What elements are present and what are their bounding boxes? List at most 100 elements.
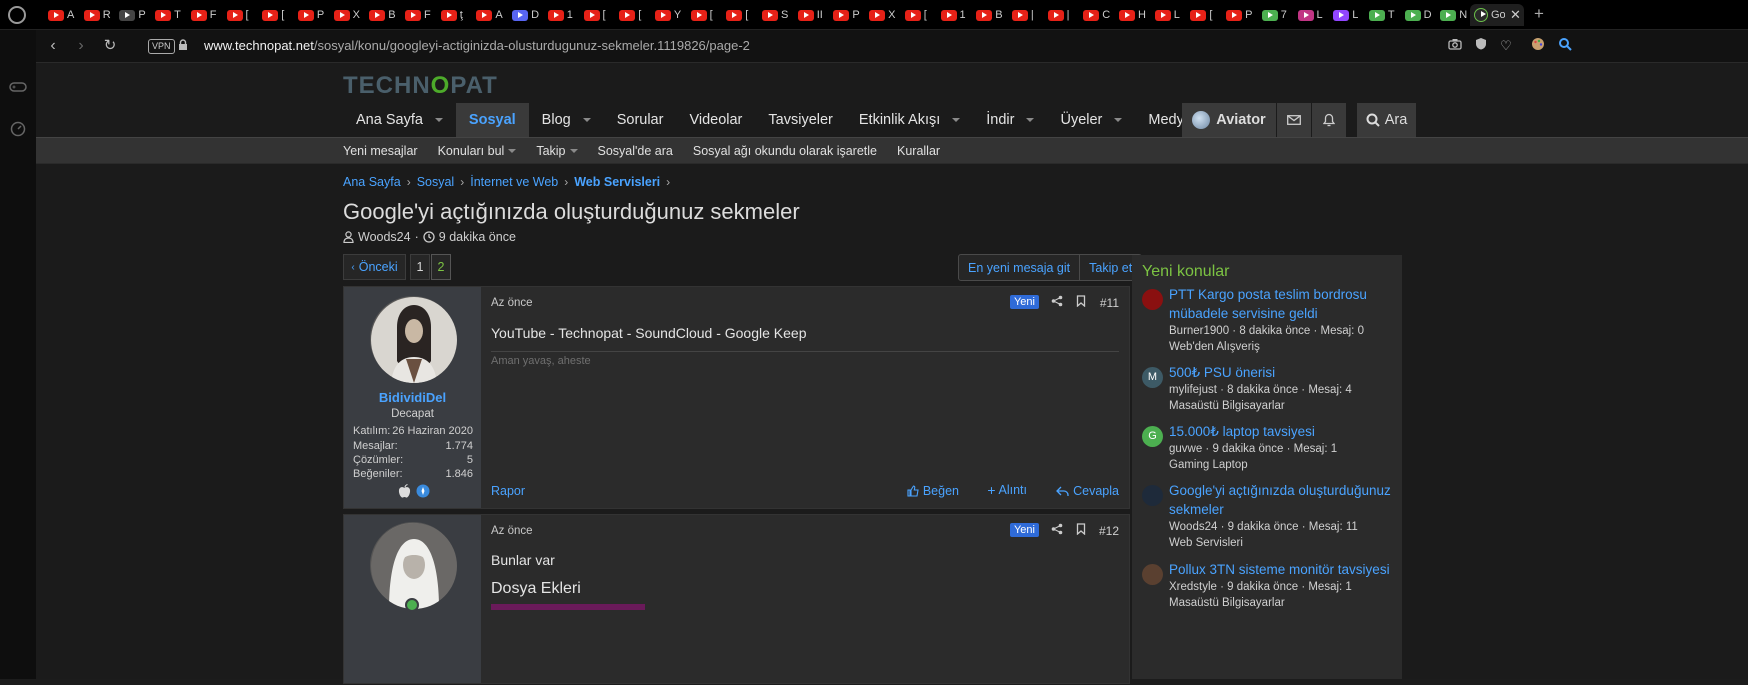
browser-tab[interactable]: [ <box>615 4 651 26</box>
breadcrumb-item[interactable]: Ana Sayfa <box>343 175 401 189</box>
browser-tab[interactable]: D <box>508 4 544 26</box>
browser-tab[interactable]: [ <box>223 4 259 26</box>
browser-tab[interactable]: R <box>80 4 116 26</box>
browser-tab[interactable]: B <box>972 4 1008 26</box>
browser-tab[interactable]: L <box>1151 4 1187 26</box>
browser-tab[interactable]: 1 <box>937 4 973 26</box>
browser-tab[interactable]: H <box>1115 4 1151 26</box>
breadcrumb-item[interactable]: Web Servisleri <box>574 175 660 189</box>
post-number[interactable]: #12 <box>1099 524 1119 538</box>
browser-tab[interactable]: P <box>115 4 151 26</box>
vpn-badge[interactable]: VPN <box>148 39 175 54</box>
browser-tab[interactable]: B <box>365 4 401 26</box>
attachment-thumbnail[interactable] <box>491 604 645 610</box>
avatar[interactable]: M <box>1142 367 1163 388</box>
topic-title-link[interactable]: Google'yi açtığınızda oluşturduğunuz sek… <box>1169 481 1397 519</box>
topic-forum[interactable]: Masaüstü Bilgisayarlar <box>1169 597 1285 609</box>
page-1-link[interactable]: 1 <box>410 254 430 280</box>
browser-tab[interactable]: F <box>187 4 223 26</box>
topic-forum[interactable]: Web'den Alışveriş <box>1169 341 1260 353</box>
browser-tab[interactable]: [ <box>901 4 937 26</box>
url-field[interactable]: www.technopat.net/sosyal/konu/googleyi-a… <box>204 38 750 53</box>
browser-tab[interactable]: ţ <box>437 4 473 26</box>
avatar[interactable] <box>1142 485 1163 506</box>
chevron-down-icon[interactable] <box>508 149 517 153</box>
like-button[interactable]: Beğen <box>907 484 959 498</box>
browser-tab[interactable]: P <box>1222 4 1258 26</box>
new-tab-button[interactable]: + <box>1534 4 1544 24</box>
browser-tab[interactable]: [ <box>687 4 723 26</box>
bell-icon[interactable] <box>1312 103 1346 137</box>
browser-tab[interactable]: S <box>758 4 794 26</box>
messages-icon[interactable] <box>1277 103 1311 137</box>
shield-icon[interactable] <box>1472 37 1490 55</box>
browser-tab[interactable]: [ <box>1186 4 1222 26</box>
heart-icon[interactable]: ♡ <box>1497 37 1515 55</box>
topic-forum[interactable]: Web Servisleri <box>1169 537 1243 549</box>
forward-icon[interactable]: › <box>71 36 91 56</box>
breadcrumb-item[interactable]: İnternet ve Web <box>470 175 558 189</box>
browser-tab[interactable]: C <box>1079 4 1115 26</box>
browser-tab[interactable]: A <box>44 4 80 26</box>
subnav-item[interactable]: Kurallar <box>897 144 940 158</box>
browser-tab[interactable]: [ <box>258 4 294 26</box>
nav-tab[interactable]: Tavsiyeler <box>755 103 845 137</box>
browser-tab[interactable]: | <box>1008 4 1044 26</box>
browser-tab[interactable]: 7 <box>1258 4 1294 26</box>
nav-tab[interactable]: Sorular <box>604 103 677 137</box>
site-logo[interactable]: TECHNOPAT <box>343 72 498 100</box>
post-number[interactable]: #11 <box>1100 296 1119 310</box>
browser-tab[interactable]: Y <box>651 4 687 26</box>
nav-tab[interactable]: İndir <box>973 103 1047 137</box>
thread-author[interactable]: Woods24 <box>358 230 411 244</box>
opera-logo-icon[interactable] <box>8 6 26 24</box>
page-2-current[interactable]: 2 <box>431 254 451 280</box>
speedometer-icon[interactable] <box>9 121 27 139</box>
chevron-down-icon[interactable] <box>569 149 578 153</box>
post-username[interactable]: BidividiDel <box>344 390 481 405</box>
browser-tab[interactable]: X <box>865 4 901 26</box>
tab-close-icon[interactable]: ✕ <box>1510 7 1521 23</box>
avatar[interactable] <box>1142 289 1163 310</box>
topic-forum[interactable]: Masaüstü Bilgisayarlar <box>1169 400 1285 412</box>
camera-icon[interactable] <box>1446 37 1464 55</box>
prev-page-button[interactable]: ‹ Önceki <box>343 254 406 280</box>
reload-icon[interactable]: ↻ <box>100 36 120 56</box>
browser-tab[interactable]: | <box>1044 4 1080 26</box>
bookmark-icon[interactable] <box>1076 295 1086 310</box>
subnav-item[interactable]: Yeni mesajlar <box>343 144 418 158</box>
post-time[interactable]: Az önce <box>491 297 533 309</box>
browser-tab[interactable]: II <box>794 4 830 26</box>
subnav-item[interactable]: Takip <box>536 144 578 158</box>
subnav-item[interactable]: Sosyal ağı okundu olarak işaretle <box>693 144 877 158</box>
browser-tab[interactable]: D <box>1401 4 1437 26</box>
share-icon[interactable] <box>1051 523 1063 538</box>
browser-tab[interactable]: [ <box>722 4 758 26</box>
avatar[interactable] <box>1142 564 1163 585</box>
browser-tab[interactable]: P <box>829 4 865 26</box>
nav-tab[interactable]: Sosyal <box>455 103 529 137</box>
topic-title-link[interactable]: 500₺ PSU önerisi <box>1169 363 1397 382</box>
share-icon[interactable] <box>1051 295 1063 310</box>
gamepad-icon[interactable] <box>9 80 27 98</box>
chevron-down-icon[interactable] <box>582 118 591 122</box>
chevron-down-icon[interactable] <box>1026 118 1035 122</box>
active-tab[interactable]: Go ✕ <box>1470 4 1524 26</box>
browser-tab[interactable]: F <box>401 4 437 26</box>
avatar[interactable] <box>370 522 457 609</box>
subnav-item[interactable]: Sosyal'de ara <box>598 144 673 158</box>
nav-tab[interactable]: Blog <box>529 103 604 137</box>
browser-tab[interactable]: L <box>1294 4 1330 26</box>
browser-tab[interactable]: T <box>151 4 187 26</box>
nav-tab[interactable]: Videolar <box>676 103 755 137</box>
chevron-down-icon[interactable] <box>952 118 961 122</box>
lock-icon[interactable] <box>178 39 188 54</box>
search-button[interactable]: Ara <box>1357 103 1416 137</box>
subnav-item[interactable]: Konuları bul <box>438 144 517 158</box>
topic-title-link[interactable]: 15.000₺ laptop tavsiyesi <box>1169 422 1397 441</box>
latest-message-button[interactable]: En yeni mesaja git <box>959 255 1079 280</box>
nav-tab[interactable]: Üyeler <box>1047 103 1135 137</box>
browser-tab[interactable]: A <box>472 4 508 26</box>
account-button[interactable]: Aviator <box>1182 103 1276 137</box>
browser-tab[interactable]: L <box>1329 4 1365 26</box>
